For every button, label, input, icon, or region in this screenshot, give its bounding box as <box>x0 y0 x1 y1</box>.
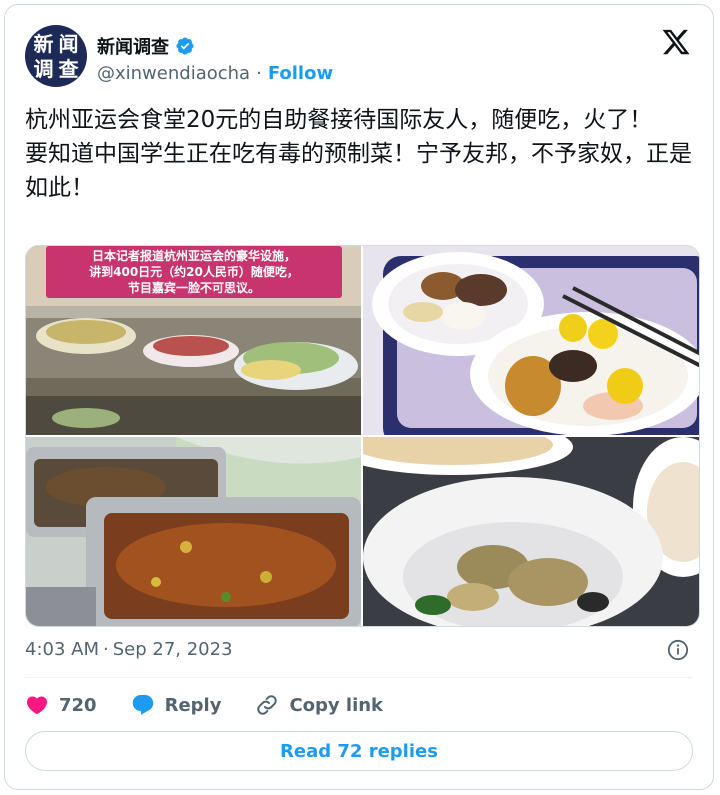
timestamp-separator: · <box>103 639 109 660</box>
like-count: 720 <box>59 694 97 716</box>
handle-separator: · <box>256 63 262 84</box>
avatar-char-3: 调 <box>33 56 54 81</box>
display-name[interactable]: 新闻调查 <box>97 33 169 59</box>
handle[interactable]: @xinwendiaocha <box>97 63 250 84</box>
photo-food-tray[interactable] <box>363 246 699 435</box>
divider <box>25 677 693 678</box>
timestamp[interactable]: 4:03 AM · Sep 27, 2023 <box>25 639 233 660</box>
tweet-text: 杭州亚运会食堂20元的自助餐接待国际友人，随便吃，火了！ 要知道中国学生正在吃有… <box>25 107 692 201</box>
tweet-date: Sep 27, 2023 <box>112 639 233 660</box>
bowl-image <box>363 437 699 626</box>
heart-icon <box>26 696 48 715</box>
action-bar: 720 Reply Copy link <box>25 689 417 721</box>
media-grid: 日本记者报道杭州亚运会的豪华设施， 讲到400日元（约20人民币）随便吃， 节目… <box>25 245 700 627</box>
tweet-card: 新 闻 调 查 新闻调查 @xinwendiaocha · Follow 杭州亚… <box>4 4 714 790</box>
copy-link-label: Copy link <box>289 694 384 716</box>
reply-label: Reply <box>164 694 222 716</box>
x-logo-icon[interactable] <box>661 27 691 57</box>
read-replies-button[interactable]: Read 72 replies <box>25 731 693 771</box>
copy-link-button[interactable]: Copy link <box>255 693 383 717</box>
avatar-char-1: 新 <box>33 31 54 56</box>
follow-button[interactable]: Follow <box>268 63 333 84</box>
reply-icon <box>132 695 153 715</box>
avatar-char-2: 闻 <box>58 31 79 56</box>
photo-buffet-counter[interactable]: 日本记者报道杭州亚运会的豪华设施， 讲到400日元（约20人民币）随便吃， 节目… <box>26 246 361 435</box>
food-tray-image <box>363 246 699 435</box>
photo1-caption-line2: 讲到400日元（约20人民币）随便吃， <box>89 264 299 279</box>
photo-bowl[interactable] <box>363 437 699 626</box>
reply-button[interactable]: Reply <box>131 693 222 717</box>
author-name-row: 新闻调查 <box>97 33 195 59</box>
avatar[interactable]: 新 闻 调 查 <box>25 25 87 87</box>
photo-chafing-dishes[interactable] <box>26 437 361 626</box>
handle-row: @xinwendiaocha · Follow <box>97 63 333 84</box>
link-icon <box>257 695 278 715</box>
photo1-caption-line1: 日本记者报道杭州亚运会的豪华设施， <box>92 248 296 263</box>
verified-badge-icon <box>176 37 194 55</box>
like-button[interactable]: 720 <box>25 693 97 717</box>
photo1-caption-line3: 节目嘉宾一脸不可思议。 <box>128 280 260 295</box>
info-icon[interactable] <box>667 639 689 661</box>
tweet-time: 4:03 AM <box>25 639 99 660</box>
chafing-dishes-image <box>26 437 361 626</box>
avatar-char-4: 查 <box>58 56 79 81</box>
buffet-counter-image: 日本记者报道杭州亚运会的豪华设施， 讲到400日元（约20人民币）随便吃， 节目… <box>26 246 361 435</box>
